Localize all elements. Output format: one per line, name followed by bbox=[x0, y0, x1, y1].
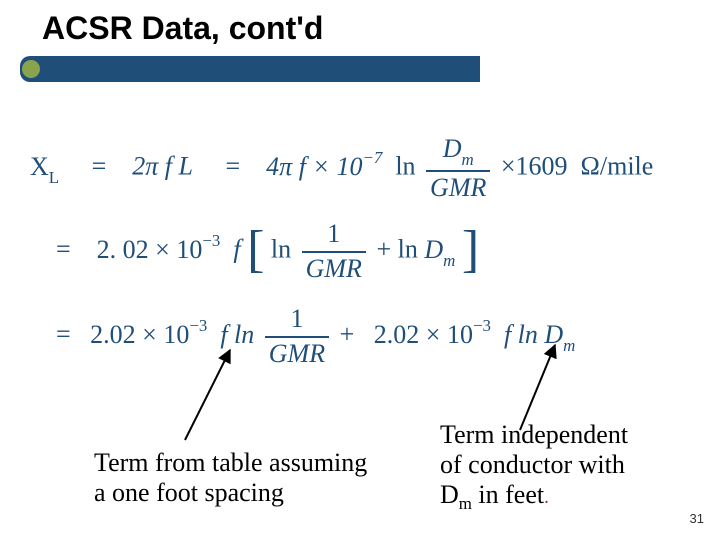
plus-3: + bbox=[340, 320, 355, 349]
times-1609: ×1609 bbox=[501, 152, 568, 181]
ln-2a: ln bbox=[271, 235, 291, 264]
equals-1b: = bbox=[226, 152, 241, 181]
bracket-left: [ bbox=[247, 229, 264, 271]
annotation-left-line1: Term from table assuming bbox=[94, 448, 414, 478]
annotation-right-line3: Dm in feet. bbox=[440, 480, 700, 514]
term-b: 2.02 × 10−3 f ln Dm bbox=[374, 320, 576, 349]
slide: ACSR Data, cont'd XL = 2π f L = 4π f × 1… bbox=[0, 0, 720, 540]
page-number: 31 bbox=[690, 511, 704, 526]
four-pi-f-e-7: 4π f × 10−7 bbox=[266, 152, 389, 181]
equals-3: = bbox=[56, 320, 71, 349]
equals-2: = bbox=[56, 235, 71, 264]
period-red: . bbox=[544, 487, 549, 508]
annotation-right-line2: of conductor with bbox=[440, 450, 700, 480]
frac-1-over-gmr-a: 1 GMR bbox=[302, 220, 366, 283]
ohms-per-mile: Ω/mile bbox=[581, 152, 654, 181]
bracket-right: ] bbox=[462, 229, 479, 271]
plus-ln-dm: + ln Dm bbox=[376, 235, 461, 264]
frac-dm-over-gmr: Dm GMR bbox=[426, 135, 490, 202]
equation-2: = 2. 02 × 10−3 f [ ln 1 GMR + ln Dm ] bbox=[56, 220, 479, 283]
coef-2: 2. 02 × 10−3 bbox=[97, 235, 227, 264]
xl-symbol: XL bbox=[30, 152, 66, 181]
annotation-right-line1: Term independent bbox=[440, 420, 700, 450]
f-2: f bbox=[233, 235, 240, 264]
equals-1a: = bbox=[92, 152, 107, 181]
equation-1: XL = 2π f L = 4π f × 10−7 ln Dm GMR ×160… bbox=[30, 135, 653, 202]
annotation-right: Term independent of conductor with Dm in… bbox=[440, 420, 700, 513]
annotation-left-line2: a one foot spacing bbox=[94, 478, 414, 508]
slide-title: ACSR Data, cont'd bbox=[42, 10, 323, 47]
two-pi-f-L: 2π f L bbox=[132, 152, 193, 181]
equation-3: = 2.02 × 10−3 f ln 1 GMR + 2.02 × 10−3 f… bbox=[56, 305, 575, 368]
title-underline bbox=[20, 56, 480, 82]
annotation-left: Term from table assuming a one foot spac… bbox=[94, 448, 414, 508]
term-a: 2.02 × 10−3 f ln 1 GMR bbox=[90, 320, 339, 349]
title-bullet-dot bbox=[22, 60, 40, 78]
ln-1: ln bbox=[395, 152, 415, 181]
